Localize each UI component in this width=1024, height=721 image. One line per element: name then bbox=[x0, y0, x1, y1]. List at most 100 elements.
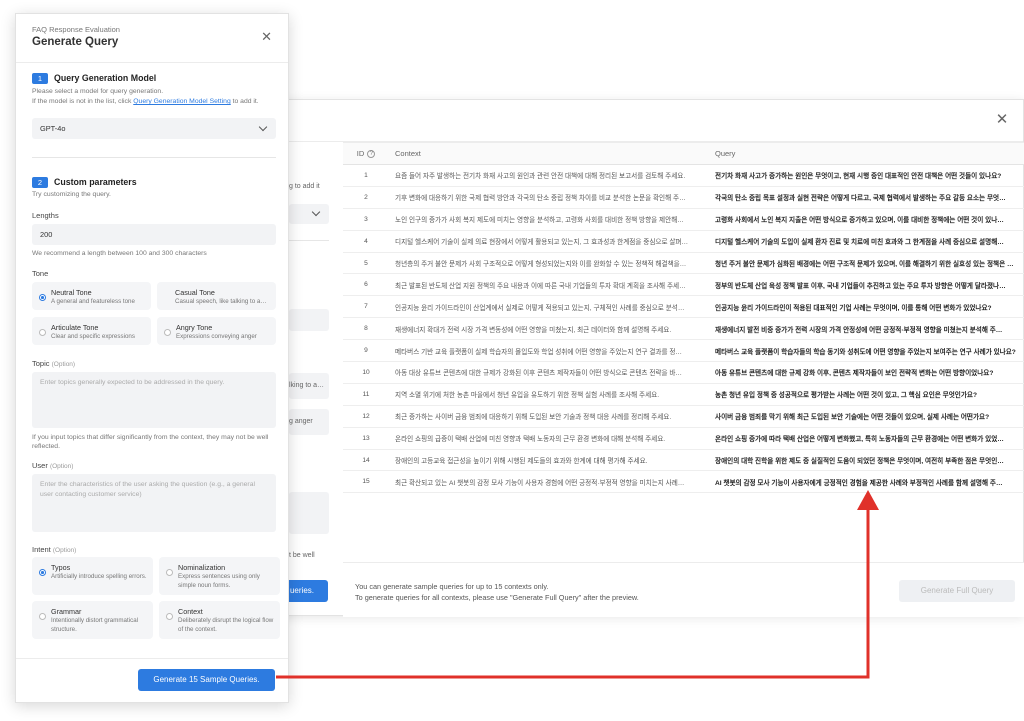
row-id-cell: 5 bbox=[343, 252, 389, 275]
row-query-cell: 재생에너지 발전 비중 증가가 전력 시장의 가격 안정성에 어떤 긍정적·부정… bbox=[709, 317, 1024, 341]
table-row: 12 최근 증가하는 사이버 금융 범죄에 대응하기 위해 도입된 보안 기술과 … bbox=[343, 405, 1024, 428]
divider bbox=[32, 157, 276, 158]
row-query-cell: 각국의 탄소 중립 목표 설정과 실현 전략은 어떻게 다르고, 국제 협력에서… bbox=[709, 186, 1024, 209]
lengths-hint: We recommend a length between 100 and 30… bbox=[32, 250, 207, 257]
preview-footer: You can generate sample queries for up t… bbox=[343, 562, 1024, 617]
row-context-cell: 재생에너지 확대가 전력 시장 가격 변동성에 어떤 영향을 미쳤는지, 최근 … bbox=[389, 317, 709, 341]
optional-text: (Option) bbox=[52, 547, 77, 554]
panel-subtitle: FAQ Response Evaluation bbox=[32, 25, 120, 34]
peek-text: t be well bbox=[289, 552, 315, 559]
peek-text: g to add it bbox=[289, 183, 320, 190]
user-textarea[interactable]: Enter the characteristics of the user as… bbox=[32, 474, 276, 532]
row-query-cell: 전기차 화재 사고가 증가하는 원인은 무엇이고, 현재 시행 중인 대표적인 … bbox=[709, 164, 1024, 187]
column-header-context: Context bbox=[389, 142, 709, 165]
radio-icon bbox=[39, 329, 46, 336]
section-desc-link-line: If the model is not in the list, click Q… bbox=[32, 98, 259, 105]
checkbox-icon bbox=[39, 613, 46, 620]
peek-card[interactable]: lking to a… bbox=[289, 373, 329, 399]
info-icon[interactable]: ? bbox=[367, 150, 376, 158]
intent-option-nominalization[interactable]: Nominalization Express sentences using o… bbox=[159, 557, 280, 595]
desc-text: If the model is not in the list, click bbox=[32, 98, 134, 105]
row-query-cell: 고령화 사회에서 노인 복지 지출은 어떤 방식으로 증가하고 있으며, 이를 … bbox=[709, 208, 1024, 231]
intent-option-grammar[interactable]: Grammar Intentionally distort grammatica… bbox=[32, 601, 153, 639]
row-query-cell: 정부의 반도체 산업 육성 정책 발표 이후, 국내 기업들이 추진하고 있는 … bbox=[709, 273, 1024, 297]
row-query-cell: 디지털 헬스케어 기술의 도입이 실제 환자 진료 및 치료에 미친 효과와 그… bbox=[709, 230, 1024, 253]
intent-title: Typos bbox=[51, 563, 71, 572]
intent-option-typos[interactable]: Typos Artificially introduce spelling er… bbox=[32, 557, 153, 595]
table-row: 6 최근 발표된 반도체 산업 지원 정책의 주요 내용과 이에 따른 국내 기업… bbox=[343, 273, 1024, 297]
row-query-cell: AI 챗봇의 감정 모사 기능이 사용자에게 긍정적인 경험을 제공한 사례와 … bbox=[709, 470, 1024, 494]
generate-full-query-button[interactable]: Generate Full Query bbox=[899, 580, 1015, 602]
table-row: 8 재생에너지 확대가 전력 시장 가격 변동성에 어떤 영향을 미쳤는지, 최근… bbox=[343, 317, 1024, 341]
tone-desc: Expressions conveying anger bbox=[176, 333, 257, 340]
panel-title: Generate Query bbox=[32, 36, 119, 48]
row-query-cell: 청년 주거 불안 문제가 심화된 배경에는 어떤 구조적 문제가 있으며, 이를… bbox=[709, 252, 1024, 275]
row-id-cell: 3 bbox=[343, 208, 389, 231]
model-setting-link[interactable]: Query Generation Model Setting bbox=[133, 98, 230, 105]
intent-title: Grammar bbox=[51, 607, 82, 616]
row-id-cell: 6 bbox=[343, 273, 389, 297]
preview-table: ID? Context Query 1 요즘 들어 자주 발생하는 전기차 화재 … bbox=[343, 142, 1024, 494]
table-row: 3 노인 인구의 증가가 사회 복지 제도에 미치는 영향을 분석하고, 고령화 … bbox=[343, 208, 1024, 231]
tone-option-neutral[interactable]: Neutral Tone A general and featureless t… bbox=[32, 282, 151, 310]
desc-text: to add it. bbox=[230, 98, 259, 105]
row-id-cell: 7 bbox=[343, 295, 389, 319]
tone-title: Neutral Tone bbox=[51, 288, 92, 297]
row-context-cell: 장애인의 고등교육 접근성을 높이기 위해 시행된 제도들의 효과와 한계에 대… bbox=[389, 449, 709, 472]
row-id-cell: 4 bbox=[343, 230, 389, 253]
tone-title: Angry Tone bbox=[176, 323, 213, 332]
intent-title: Nominalization bbox=[178, 563, 226, 572]
peek-select[interactable] bbox=[289, 204, 329, 224]
tone-title: Articulate Tone bbox=[51, 323, 99, 332]
table-row: 11 지역 소멸 위기에 처한 농촌 마을에서 청년 유입을 유도하기 위한 정책… bbox=[343, 383, 1024, 406]
intent-desc: Deliberately disrupt the logical flow of… bbox=[178, 617, 274, 633]
label-text: User bbox=[32, 461, 48, 470]
topic-textarea[interactable]: Enter topics generally expected to be ad… bbox=[32, 372, 276, 428]
row-id-cell: 15 bbox=[343, 470, 389, 494]
intent-option-context[interactable]: Context Deliberately disrupt the logical… bbox=[159, 601, 280, 639]
tone-option-angry[interactable]: Angry Tone Expressions conveying anger bbox=[157, 317, 276, 345]
close-icon[interactable]: ✕ bbox=[261, 30, 272, 44]
peek-field[interactable] bbox=[289, 492, 329, 534]
column-header-id: ID? bbox=[343, 142, 389, 165]
model-select[interactable]: GPT-4o bbox=[32, 118, 276, 139]
row-query-cell: 장애인의 대학 진학을 위한 제도 중 실질적인 도움이 되었던 정책은 무엇이… bbox=[709, 449, 1024, 472]
section-desc: Please select a model for query generati… bbox=[32, 88, 164, 95]
intent-label: Intent (Option) bbox=[32, 545, 76, 554]
section-desc: Try customizing the query. bbox=[32, 191, 111, 198]
checkbox-icon bbox=[166, 569, 173, 576]
preview-modal-header: ✕ bbox=[241, 100, 1023, 142]
row-id-cell: 12 bbox=[343, 405, 389, 428]
close-icon[interactable]: ✕ bbox=[995, 112, 1009, 127]
tone-desc: Casual speech, like talking to a… bbox=[175, 298, 267, 305]
table-row: 9 메타버스 기반 교육 플랫폼이 실제 학습자의 몰입도와 학업 성취에 어떤 … bbox=[343, 339, 1024, 363]
section-number-badge: 2 bbox=[32, 177, 48, 188]
generate-query-panel: FAQ Response Evaluation Generate Query ✕… bbox=[15, 13, 289, 703]
row-id-cell: 11 bbox=[343, 383, 389, 406]
row-context-cell: 메타버스 기반 교육 플랫폼이 실제 학습자의 몰입도와 학업 성취에 어떤 영… bbox=[389, 339, 709, 363]
table-header-row: ID? Context Query bbox=[343, 142, 1024, 165]
peek-field[interactable] bbox=[289, 309, 329, 331]
tone-title: Casual Tone bbox=[175, 288, 215, 297]
row-context-cell: 기후 변화에 대응하기 위한 국제 협력 방안과 각국의 탄소 중립 정책 차이… bbox=[389, 186, 709, 209]
row-context-cell: 최근 발표된 반도체 산업 지원 정책의 주요 내용과 이에 따른 국내 기업들… bbox=[389, 273, 709, 297]
peek-text: g anger bbox=[289, 418, 313, 425]
peek-card[interactable]: g anger bbox=[289, 409, 329, 435]
row-id-cell: 2 bbox=[343, 186, 389, 209]
table-row: 15 최근 확산되고 있는 AI 챗봇의 감정 모사 기능이 사용자 경험에 어떤… bbox=[343, 470, 1024, 494]
lengths-input[interactable]: 200 bbox=[32, 224, 276, 245]
intent-desc: Artificially introduce spelling errors. bbox=[51, 573, 147, 580]
section-title-model: Query Generation Model bbox=[54, 73, 157, 83]
tone-option-articulate[interactable]: Articulate Tone Clear and specific expre… bbox=[32, 317, 151, 345]
intent-title: Context bbox=[178, 607, 203, 616]
row-context-cell: 노인 인구의 증가가 사회 복지 제도에 미치는 영향을 분석하고, 고령화 사… bbox=[389, 208, 709, 231]
row-query-cell: 아동 유튜브 콘텐츠에 대한 규제 강화 이후, 콘텐츠 제작자들이 보인 전략… bbox=[709, 361, 1024, 384]
row-query-cell: 사이버 금융 범죄를 막기 위해 최근 도입된 보안 기술에는 어떤 것들이 있… bbox=[709, 405, 1024, 428]
table-row: 14 장애인의 고등교육 접근성을 높이기 위해 시행된 제도들의 효과와 한계에… bbox=[343, 449, 1024, 472]
generate-sample-queries-button[interactable]: Generate 15 Sample Queries. bbox=[138, 669, 275, 691]
tone-option-casual[interactable]: Casual Tone Casual speech, like talking … bbox=[157, 282, 276, 310]
table-row: 5 청년층의 주거 불안 문제가 사회 구조적으로 어떻게 형성되었는지와 이를 … bbox=[343, 252, 1024, 275]
table-row: 1 요즘 들어 자주 발생하는 전기차 화재 사고의 원인과 관련 안전 대책에 … bbox=[343, 164, 1024, 187]
panel-footer: Generate 15 Sample Queries. bbox=[16, 658, 288, 704]
row-id-cell: 8 bbox=[343, 317, 389, 341]
